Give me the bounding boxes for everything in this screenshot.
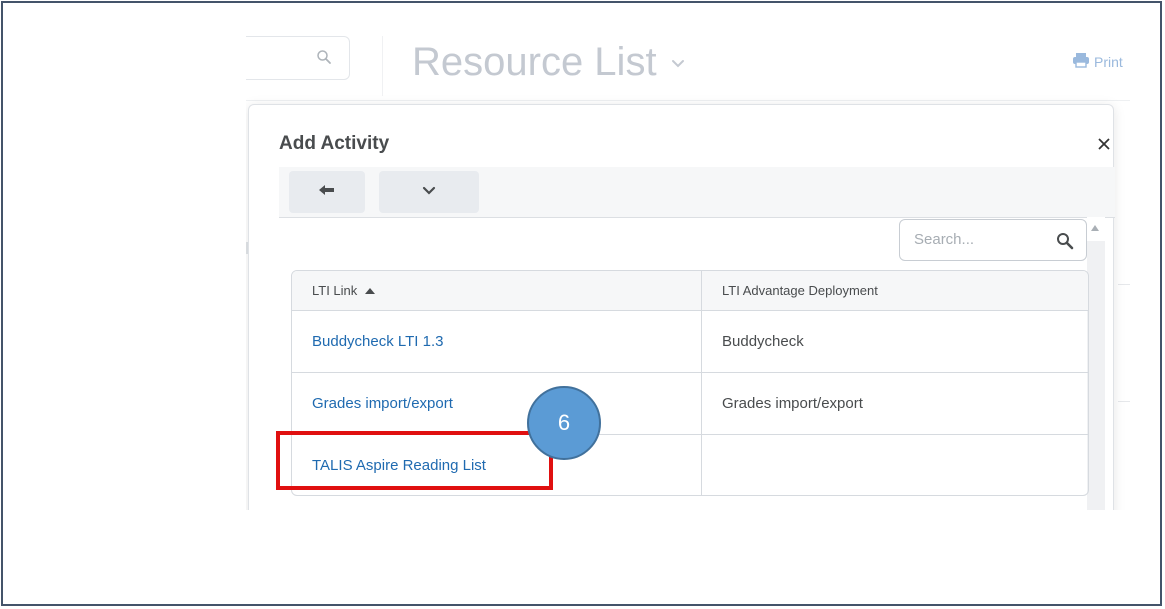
deployment-cell: Buddycheck [702,311,1088,372]
close-button[interactable] [1095,137,1113,155]
search-icon [316,49,332,70]
print-button[interactable]: Print [1072,52,1123,71]
page-title: Resource List [412,40,657,84]
table-header-row: LTI Link LTI Advantage Deployment [292,271,1088,310]
header-divider [382,36,383,96]
deployment-cell: Grades import/export [702,373,1088,434]
dialog-toolbar [279,167,1115,218]
page-divider-line [1118,284,1130,285]
lti-link-cell: Grades import/export [292,373,702,434]
dialog-scrollbar[interactable] [1087,217,1105,510]
printer-icon [1072,52,1090,71]
deployment-cell [702,435,1088,495]
highlight-box [276,431,553,490]
dialog-title: Add Activity [279,133,390,154]
close-icon [1098,137,1110,155]
column-header-label: LTI Link [312,283,358,298]
back-button[interactable] [289,171,365,213]
step-badge: 6 [527,386,601,460]
column-header-lti-link[interactable]: LTI Link [292,271,702,310]
scroll-track[interactable] [1087,241,1105,510]
page-search-field[interactable] [246,36,350,80]
lti-link-buddycheck[interactable]: Buddycheck LTI 1.3 [312,333,443,350]
deployment-name: Grades import/export [722,395,863,412]
scroll-up-arrow[interactable] [1091,225,1099,231]
print-label: Print [1094,53,1123,70]
lti-link-cell: Buddycheck LTI 1.3 [292,311,702,372]
lti-search-field [899,219,1087,261]
column-header-label: LTI Advantage Deployment [722,283,878,298]
table-row: Buddycheck LTI 1.3 Buddycheck [292,310,1088,372]
deployment-name: Buddycheck [722,333,804,350]
header-border [246,100,1130,101]
more-options-button[interactable] [379,171,479,213]
table-row: Grades import/export Grades import/expor… [292,372,1088,434]
search-input[interactable] [912,230,1046,249]
chevron-down-icon[interactable] [670,56,686,74]
search-icon[interactable] [1056,232,1074,255]
lti-link-grades-import-export[interactable]: Grades import/export [312,395,453,412]
page-divider-line [1118,401,1130,402]
column-header-deployment: LTI Advantage Deployment [702,271,1088,310]
sort-ascending-icon [365,287,376,294]
arrow-left-icon [319,183,335,201]
chevron-down-icon [422,183,436,201]
